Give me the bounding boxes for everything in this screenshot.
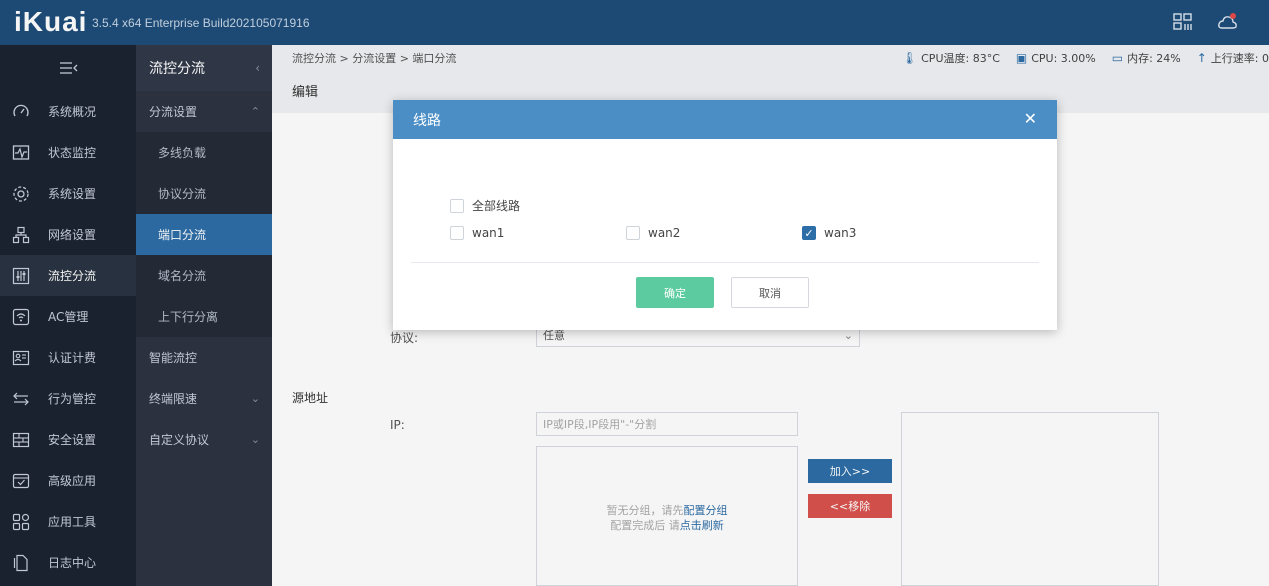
all-lines-checkbox[interactable]: 全部线路 [450, 197, 520, 214]
wan3-checkbox[interactable]: ✓ wan3 [802, 226, 856, 240]
line-select-modal: 线路 ✕ 全部线路 wan1 wan2 ✓ wan3 确定 取消 [393, 100, 1057, 330]
checkbox-label: 全部线路 [472, 199, 521, 213]
close-icon[interactable]: ✕ [1024, 109, 1037, 128]
checkbox-label: wan1 [472, 226, 505, 240]
divider [411, 262, 1039, 263]
checkbox-box [450, 226, 464, 240]
checkbox-box [450, 198, 464, 213]
wan2-checkbox[interactable]: wan2 [626, 226, 680, 240]
modal-header: 线路 ✕ [393, 100, 1057, 139]
checkbox-label: wan3 [824, 226, 857, 240]
confirm-button[interactable]: 确定 [636, 277, 714, 308]
cancel-button[interactable]: 取消 [731, 277, 809, 308]
modal-title: 线路 [413, 112, 441, 129]
checkmark-icon: ✓ [802, 226, 816, 240]
wan1-checkbox[interactable]: wan1 [450, 226, 504, 240]
checkbox-label: wan2 [648, 226, 681, 240]
checkbox-box [626, 226, 640, 240]
